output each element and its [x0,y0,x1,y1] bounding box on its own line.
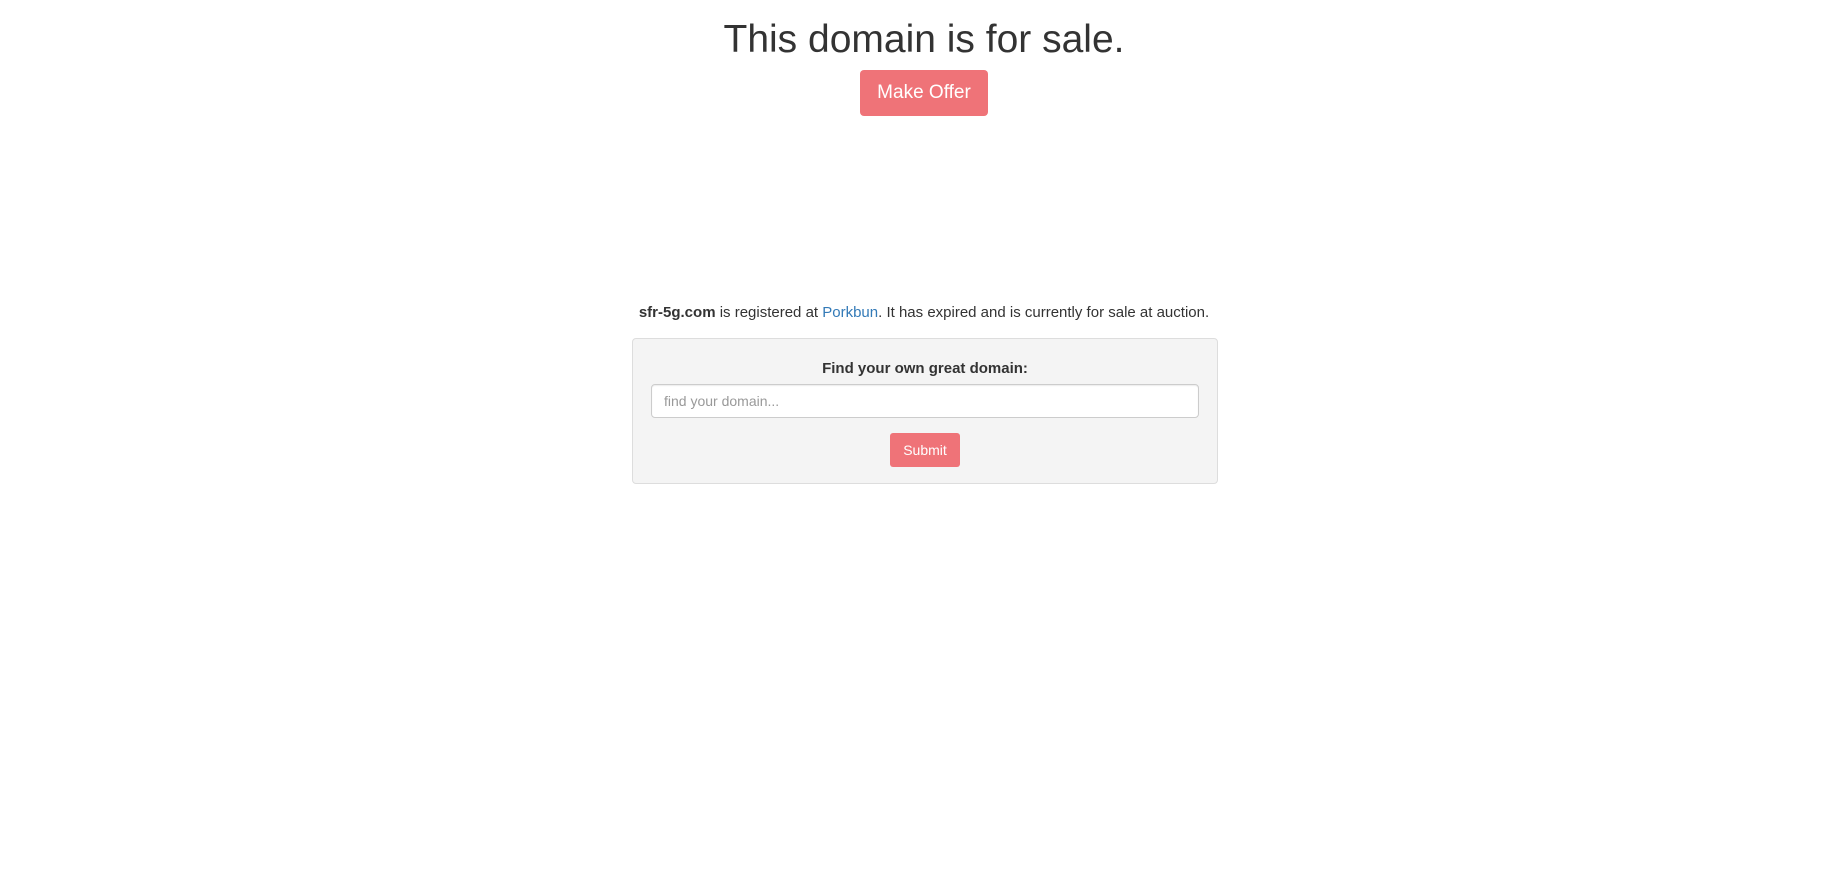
auction-status-text: . It has expired and is currently for sa… [878,304,1210,321]
registration-text: is registered at [715,304,823,321]
domain-search-input[interactable] [651,384,1199,418]
registration-notice: sfr-5g.com is registered at Porkbun. It … [0,303,1848,323]
page-title: This domain is for sale. [723,18,1125,61]
submit-button[interactable]: Submit [890,433,960,467]
make-offer-button[interactable]: Make Offer [860,70,988,116]
domain-search-panel: Find your own great domain: Submit [632,338,1218,484]
page: This domain is for sale. Make Offer sfr-… [0,0,1848,874]
domain-name: sfr-5g.com [638,304,716,321]
registrar-link[interactable]: Porkbun [822,304,878,321]
hero-section: This domain is for sale. Make Offer [0,0,1848,116]
domain-search-label: Find your own great domain: [822,360,1028,377]
